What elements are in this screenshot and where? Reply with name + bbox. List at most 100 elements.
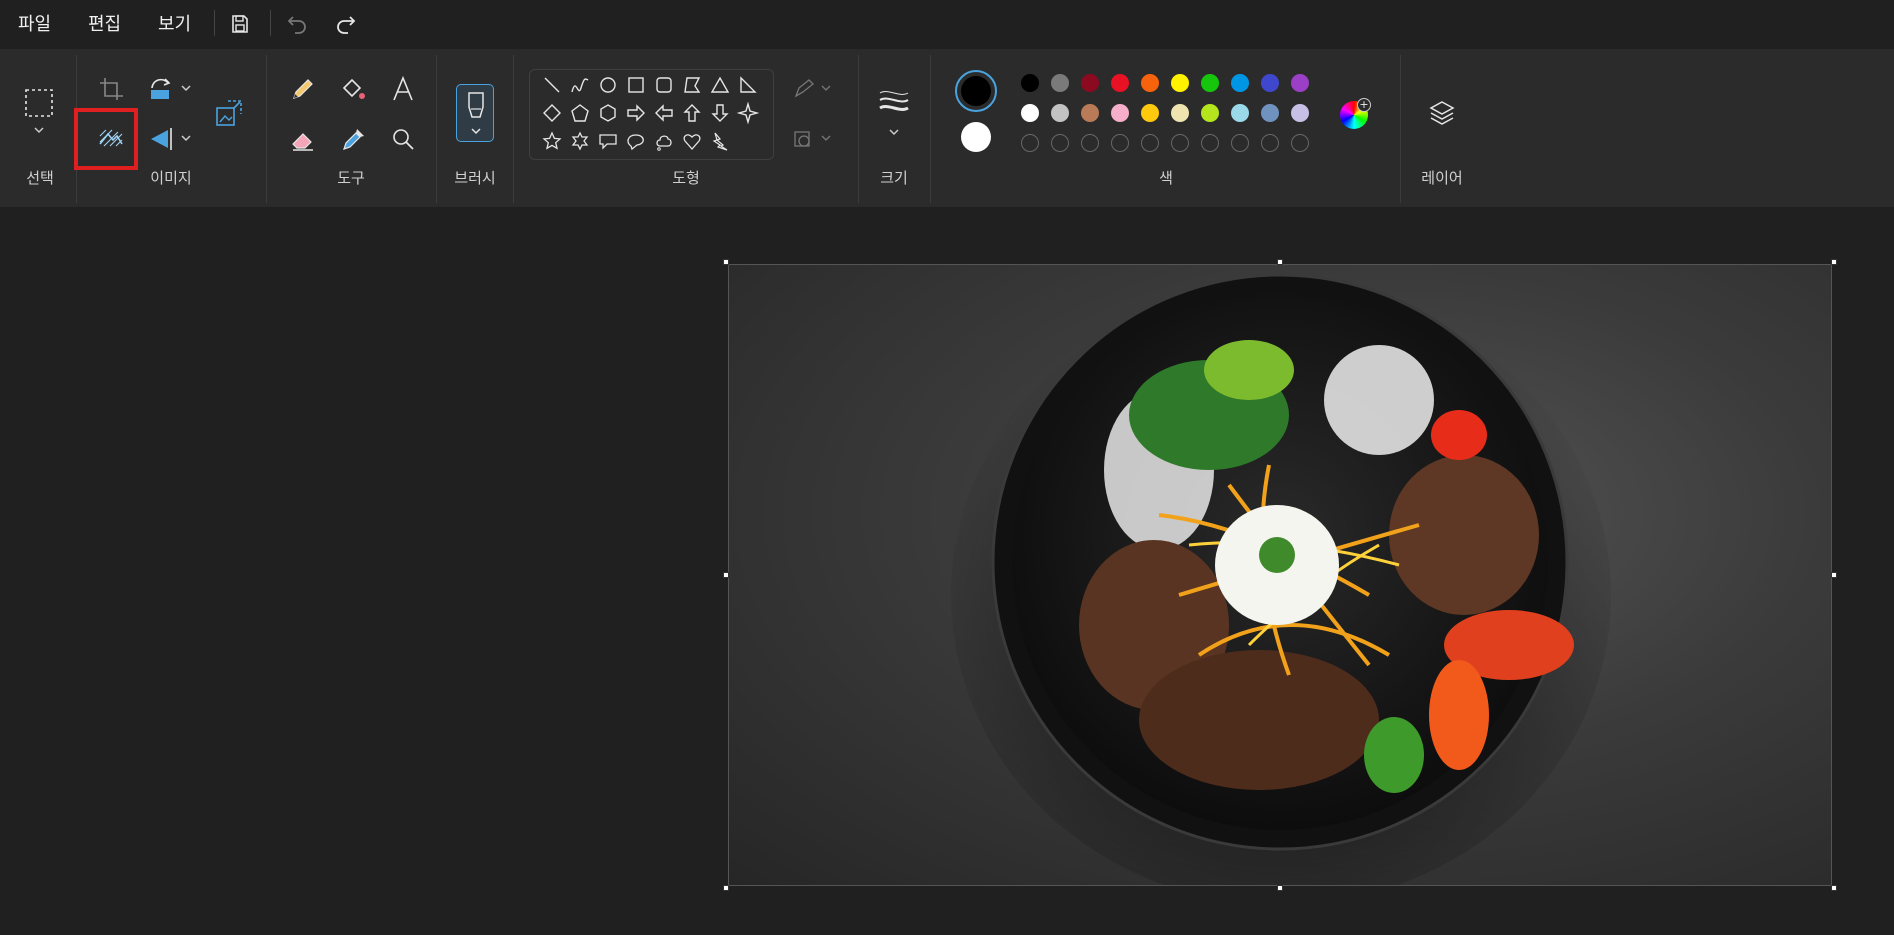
right-arrow-shape-icon[interactable] xyxy=(625,102,647,124)
custom-color-slot[interactable] xyxy=(1261,134,1279,152)
line-shape-icon[interactable] xyxy=(541,74,563,96)
custom-color-slot[interactable] xyxy=(1111,134,1129,152)
flip-icon[interactable] xyxy=(146,124,176,154)
right-triangle-shape-icon[interactable] xyxy=(737,74,759,96)
resize-handle-top-left[interactable] xyxy=(723,259,729,265)
brush-icon xyxy=(468,92,484,135)
shape-outline-icon[interactable] xyxy=(792,76,834,102)
color-picker-icon[interactable] xyxy=(338,124,368,154)
palette-color-swatch[interactable] xyxy=(1051,74,1069,92)
palette-color-swatch[interactable] xyxy=(1171,104,1189,122)
palette-color-swatch[interactable] xyxy=(1141,74,1159,92)
pentagon-shape-icon[interactable] xyxy=(569,102,591,124)
flip-chevron-down-icon[interactable] xyxy=(178,132,194,146)
magnifier-icon[interactable] xyxy=(388,124,418,154)
palette-color-swatch[interactable] xyxy=(1171,74,1189,92)
palette-color-swatch[interactable] xyxy=(1231,104,1249,122)
plus-icon: + xyxy=(1357,98,1371,112)
palette-color-swatch[interactable] xyxy=(1051,104,1069,122)
resize-handle-left[interactable] xyxy=(723,572,729,578)
brush-button[interactable] xyxy=(456,84,494,142)
polygon-shape-icon[interactable] xyxy=(681,74,703,96)
rotate-icon[interactable] xyxy=(146,74,176,104)
up-arrow-shape-icon[interactable] xyxy=(681,102,703,124)
rounded-rectangle-shape-icon[interactable] xyxy=(653,74,675,96)
menu-separator xyxy=(214,10,215,36)
select-chevron-down-icon[interactable] xyxy=(29,124,49,138)
resize-handle-right[interactable] xyxy=(1831,572,1837,578)
rect-select-icon[interactable] xyxy=(24,88,54,118)
left-arrow-shape-icon[interactable] xyxy=(653,102,675,124)
lightning-shape-icon[interactable] xyxy=(709,130,731,152)
fill-bucket-icon[interactable] xyxy=(338,74,368,104)
palette-color-swatch[interactable] xyxy=(1021,74,1039,92)
text-icon[interactable] xyxy=(388,74,418,104)
resize-handle-bottom-right[interactable] xyxy=(1831,885,1837,891)
six-point-star-shape-icon[interactable] xyxy=(569,130,591,152)
menu-view[interactable]: 보기 xyxy=(158,10,191,36)
rotate-chevron-down-icon[interactable] xyxy=(178,82,194,96)
palette-color-swatch[interactable] xyxy=(1141,104,1159,122)
custom-color-slot[interactable] xyxy=(1051,134,1069,152)
resize-handle-bottom[interactable] xyxy=(1277,885,1283,891)
palette-color-swatch[interactable] xyxy=(1261,74,1279,92)
shape-fill-icon[interactable] xyxy=(792,126,834,152)
redo-icon[interactable] xyxy=(334,12,360,36)
save-icon[interactable] xyxy=(228,12,254,36)
resize-handle-top-right[interactable] xyxy=(1831,259,1837,265)
palette-color-swatch[interactable] xyxy=(1111,104,1129,122)
palette-color-swatch[interactable] xyxy=(1291,74,1309,92)
hexagon-shape-icon[interactable] xyxy=(597,102,619,124)
diamond-shape-icon[interactable] xyxy=(541,102,563,124)
palette-color-swatch[interactable] xyxy=(1201,104,1219,122)
oval-callout-shape-icon[interactable] xyxy=(625,130,647,152)
group-separator xyxy=(858,55,859,203)
group-label-tools: 도구 xyxy=(337,169,365,187)
menu-file[interactable]: 파일 xyxy=(18,10,51,36)
food-bowl-photo xyxy=(951,273,1611,885)
four-point-star-shape-icon[interactable] xyxy=(737,102,759,124)
palette-color-swatch[interactable] xyxy=(1261,104,1279,122)
menu-bar: 파일 편집 보기 xyxy=(0,0,1894,49)
layers-icon[interactable] xyxy=(1427,98,1457,128)
undo-icon[interactable] xyxy=(285,12,311,36)
custom-color-slot[interactable] xyxy=(1231,134,1249,152)
palette-color-swatch[interactable] xyxy=(1291,104,1309,122)
rectangle-shape-icon[interactable] xyxy=(625,74,647,96)
custom-color-slot[interactable] xyxy=(1171,134,1189,152)
secondary-color-button[interactable] xyxy=(961,122,991,152)
custom-color-slot[interactable] xyxy=(1291,134,1309,152)
pencil-icon[interactable] xyxy=(288,74,318,104)
custom-color-slot[interactable] xyxy=(1021,134,1039,152)
palette-color-swatch[interactable] xyxy=(1201,74,1219,92)
custom-color-slot[interactable] xyxy=(1081,134,1099,152)
palette-color-swatch[interactable] xyxy=(1111,74,1129,92)
palette-color-swatch[interactable] xyxy=(1021,104,1039,122)
curve-shape-icon[interactable] xyxy=(569,74,591,96)
menu-edit[interactable]: 편집 xyxy=(88,10,121,36)
stroke-size-icon[interactable] xyxy=(878,88,910,116)
remove-background-highlight xyxy=(74,108,138,170)
group-label-shapes: 도형 xyxy=(672,169,700,187)
palette-color-swatch[interactable] xyxy=(1231,74,1249,92)
primary-color-button[interactable] xyxy=(955,70,997,112)
canvas-image[interactable] xyxy=(729,265,1831,885)
down-arrow-shape-icon[interactable] xyxy=(709,102,731,124)
palette-color-swatch[interactable] xyxy=(1081,74,1099,92)
custom-color-slot[interactable] xyxy=(1141,134,1159,152)
rect-callout-shape-icon[interactable] xyxy=(597,130,619,152)
resize-image-icon[interactable] xyxy=(214,98,244,128)
crop-icon[interactable] xyxy=(96,74,126,104)
palette-color-swatch[interactable] xyxy=(1081,104,1099,122)
heart-shape-icon[interactable] xyxy=(681,130,703,152)
triangle-shape-icon[interactable] xyxy=(709,74,731,96)
edit-colors-button[interactable]: + xyxy=(1340,98,1371,129)
size-chevron-down-icon[interactable] xyxy=(885,126,903,140)
five-point-star-shape-icon[interactable] xyxy=(541,130,563,152)
custom-color-slot[interactable] xyxy=(1201,134,1219,152)
eraser-icon[interactable] xyxy=(288,124,318,154)
oval-shape-icon[interactable] xyxy=(597,74,619,96)
resize-handle-bottom-left[interactable] xyxy=(723,885,729,891)
resize-handle-top[interactable] xyxy=(1277,259,1283,265)
cloud-callout-shape-icon[interactable] xyxy=(653,130,675,152)
